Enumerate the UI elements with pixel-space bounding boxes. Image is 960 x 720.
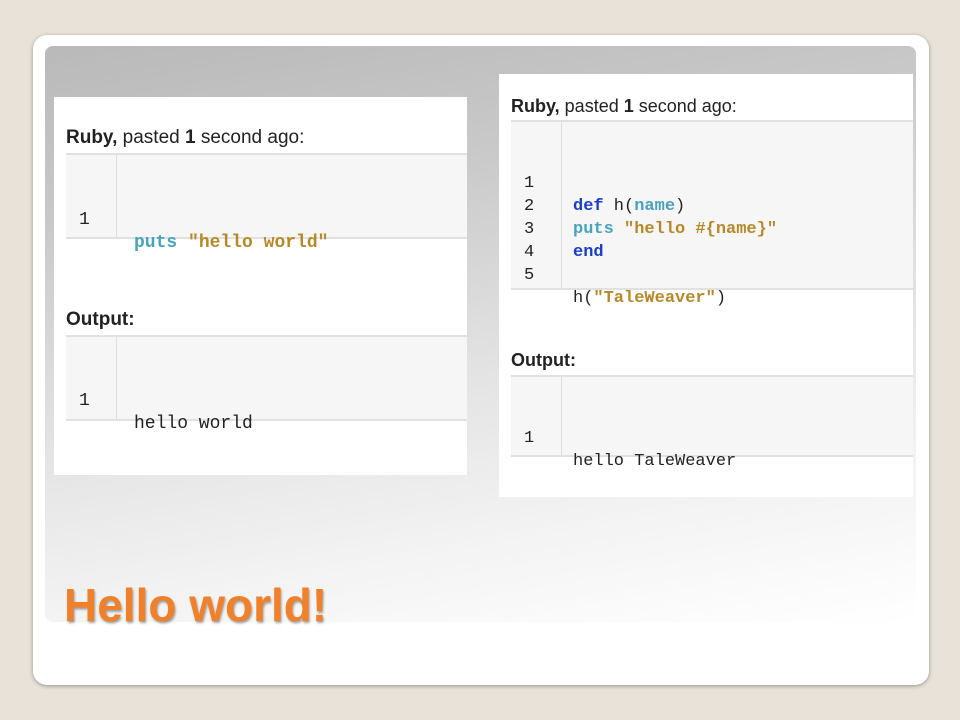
code-line: 5 h("TaleWeaver") [511,241,913,308]
right-code-header: Ruby, pasted 1 second ago: [511,96,737,117]
slide-title: Hello world! [64,579,328,631]
line-number: 5 [524,266,535,285]
output-line: 1 hello TaleWeaver [511,404,913,471]
header-text: pasted [117,127,185,148]
code-text: puts "hello world" [134,232,328,255]
code-line: 4 [511,218,913,262]
code-line: 2 puts "hello #{name}" [511,172,913,239]
left-screenshot-panel: Ruby, pasted 1 second ago: 1 puts "hello… [54,97,467,475]
language-label: Ruby, [511,96,560,116]
line-number: 1 [524,429,535,448]
header-count: 1 [623,96,634,116]
code-text: h("TaleWeaver") [573,287,726,310]
left-output-block: 1 hello world [66,335,467,434]
language-label: Ruby, [66,127,118,148]
left-code-header: Ruby, pasted 1 second ago: [66,127,304,149]
line-number: 1 [79,210,90,230]
left-output-header: Output: [66,309,135,330]
identifier: h( [573,289,594,308]
header-text: pasted [559,96,624,116]
string-literal: "hello world" [188,233,329,253]
code-line: 3 end [511,195,913,262]
string-literal: "TaleWeaver" [593,289,716,308]
line-number: 1 [79,391,90,411]
output-text: hello world [134,414,253,434]
header-count: 1 [184,127,196,148]
right-screenshot-panel: Ruby, pasted 1 second ago: 1 def h(name)… [499,74,913,497]
left-code-block: 1 puts "hello world" [66,153,467,253]
code-line: 1 def h(name) [511,149,913,216]
keyword: puts [134,233,178,253]
right-code-block: 1 def h(name) 2 puts "hello #{name}" 3 e… [511,120,913,308]
right-output-header: Output: [511,350,576,370]
output-line: 1 hello world [66,367,467,434]
punctuation: ) [715,289,727,308]
code-line: 1 puts "hello world" [66,186,467,253]
output-text: hello TaleWeaver [573,452,737,471]
right-output-block: 1 hello TaleWeaver [511,375,913,471]
header-text: second ago: [195,127,305,148]
header-text: second ago: [633,96,737,116]
